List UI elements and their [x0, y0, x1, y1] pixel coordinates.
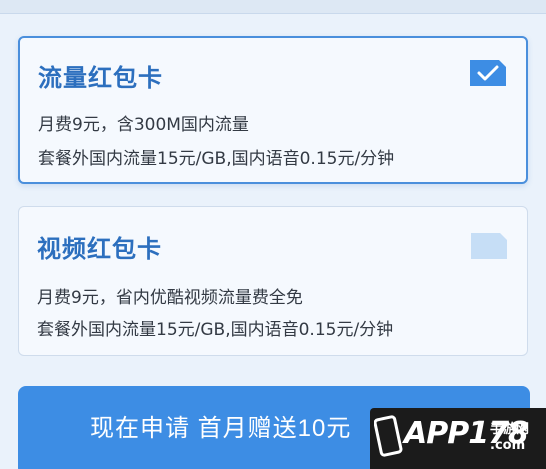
plan-extra-text: 套餐外国内流量15元/GB,国内语音0.15元/分钟 — [38, 149, 395, 169]
plan-title: 流量红包卡 — [38, 64, 163, 92]
selected-check-icon[interactable] — [470, 60, 506, 86]
phone-icon — [374, 415, 403, 457]
plan-fee-text: 月费9元，含300M国内流量 — [38, 115, 249, 135]
top-edge — [0, 0, 546, 14]
watermark-domain: .com — [490, 438, 526, 453]
watermark-side-text: 手游网 — [490, 422, 530, 437]
plan-card-traffic[interactable]: 流量红包卡 月费9元，含300M国内流量 套餐外国内流量15元/GB,国内语音0… — [18, 36, 528, 184]
app178-watermark-logo: APP178 手游网 .com — [370, 408, 546, 469]
plan-card-video[interactable]: 视频红包卡 月费9元，省内优酷视频流量费全免 套餐外国内流量15元/GB,国内语… — [18, 206, 528, 356]
plan-extra-text: 套餐外国内流量15元/GB,国内语音0.15元/分钟 — [37, 320, 394, 340]
plan-fee-text: 月费9元，省内优酷视频流量费全免 — [37, 288, 303, 308]
unselected-tag-icon[interactable] — [471, 233, 507, 259]
apply-button-label: 现在申请 首月赠送10元 — [90, 415, 352, 442]
plan-title: 视频红包卡 — [37, 235, 162, 263]
